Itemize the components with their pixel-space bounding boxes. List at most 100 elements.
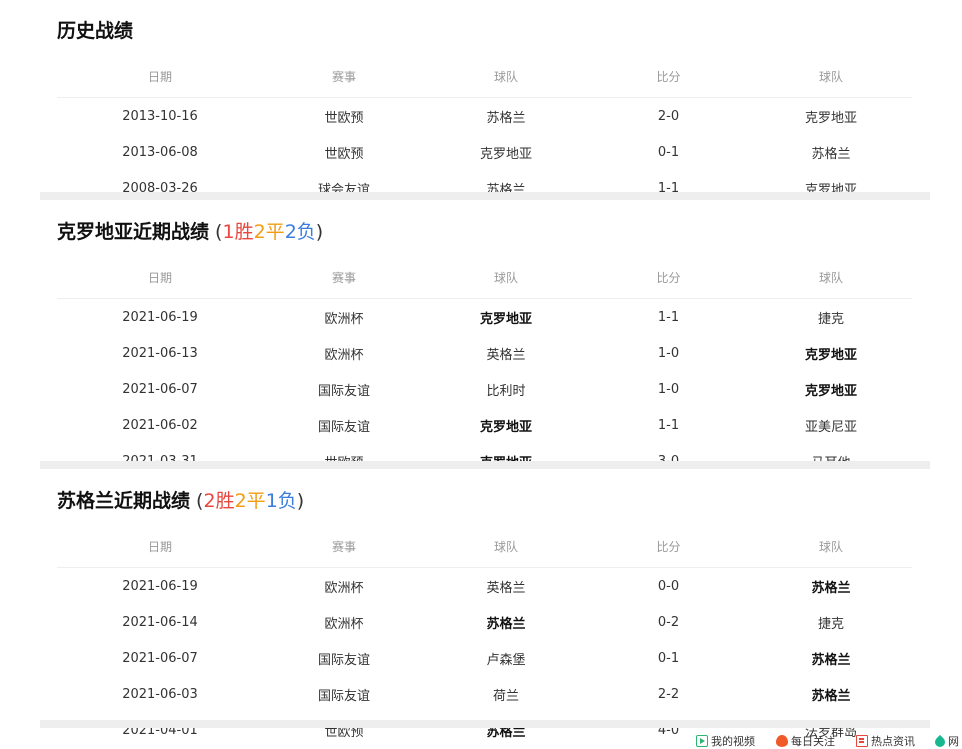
home-team: 克罗地亚 bbox=[479, 311, 532, 327]
home-team: 苏格兰 bbox=[486, 724, 526, 740]
record-losses: 1 bbox=[265, 490, 278, 512]
table-row: 2021-06-19 欧洲杯 克罗地亚 1-1 捷克 bbox=[57, 299, 912, 336]
match-event: 欧洲杯 bbox=[324, 616, 364, 632]
record-paren-open: ( bbox=[209, 221, 223, 243]
match-event: 球会友谊 bbox=[317, 182, 370, 198]
match-event: 欧洲杯 bbox=[324, 347, 364, 363]
match-date: 2021-04-01 bbox=[122, 722, 198, 738]
record-losses-label: 负 bbox=[277, 490, 297, 512]
record-wins: 2 bbox=[203, 490, 216, 512]
section-title-text: 历史战绩 bbox=[57, 20, 134, 42]
record-losses-label: 负 bbox=[296, 221, 316, 243]
away-team: 亚美尼亚 bbox=[804, 419, 857, 435]
col-header-event: 赛事 bbox=[263, 525, 425, 568]
match-date: 2021-06-13 bbox=[122, 345, 198, 361]
section-title: 克罗地亚近期战绩 (1胜2平2负) bbox=[57, 217, 323, 244]
col-header-event: 赛事 bbox=[263, 55, 425, 98]
match-date: 2013-10-16 bbox=[122, 108, 198, 124]
section-title: 苏格兰近期战绩 (2胜2平1负) bbox=[57, 486, 304, 513]
home-team: 克罗地亚 bbox=[479, 419, 532, 435]
match-score: 0-0 bbox=[657, 578, 680, 594]
bottom-toolbar: 我的视频 每日关注 热点资讯 网 bbox=[690, 731, 962, 749]
match-event: 欧洲杯 bbox=[324, 311, 364, 327]
away-team: 捷克 bbox=[817, 616, 844, 632]
col-header-team: 球队 bbox=[750, 55, 912, 98]
away-team: 克罗地亚 bbox=[804, 182, 857, 198]
match-score: 0-2 bbox=[657, 614, 680, 630]
away-team: 捷克 bbox=[817, 311, 844, 327]
home-team: 苏格兰 bbox=[486, 616, 526, 632]
fire-icon bbox=[776, 735, 788, 747]
record-draws: 2 bbox=[234, 490, 247, 512]
match-score: 2-0 bbox=[657, 108, 680, 124]
section-divider bbox=[40, 720, 930, 728]
home-team: 克罗地亚 bbox=[479, 146, 532, 162]
col-header-event: 赛事 bbox=[263, 256, 425, 299]
table-row: 2021-06-14 欧洲杯 苏格兰 0-2 捷克 bbox=[57, 604, 912, 640]
match-event: 世欧预 bbox=[324, 146, 364, 162]
home-team: 苏格兰 bbox=[486, 182, 526, 198]
home-team: 英格兰 bbox=[486, 347, 526, 363]
match-event: 国际友谊 bbox=[317, 688, 370, 704]
record-wins-label: 胜 bbox=[234, 221, 254, 243]
away-team: 苏格兰 bbox=[811, 146, 851, 162]
section-title-text: 苏格兰近期战绩 bbox=[57, 490, 191, 512]
record-wins: 1 bbox=[222, 221, 235, 243]
match-score: 1-1 bbox=[657, 309, 680, 325]
table-row: 2021-06-03 国际友谊 荷兰 2-2 苏格兰 bbox=[57, 676, 912, 712]
table-row: 2008-03-26 球会友谊 苏格兰 1-1 克罗地亚 bbox=[57, 170, 912, 206]
away-team: 苏格兰 bbox=[811, 580, 851, 596]
record-paren-close: ) bbox=[296, 490, 305, 512]
record-draws-label: 平 bbox=[265, 221, 285, 243]
results-table: 日期 赛事 球队 比分 球队 2013-10-16 世欧预 苏格兰 2-0 克罗地亚 20… bbox=[57, 55, 912, 206]
match-date: 2021-06-19 bbox=[122, 578, 198, 594]
col-header-team: 球队 bbox=[425, 256, 587, 299]
table-row: 2013-10-16 世欧预 苏格兰 2-0 克罗地亚 bbox=[57, 98, 912, 135]
col-header-date: 日期 bbox=[57, 55, 263, 98]
col-header-score: 比分 bbox=[587, 256, 750, 299]
away-team: 克罗地亚 bbox=[804, 383, 857, 399]
results-table: 日期 赛事 球队 比分 球队 2021-06-19 欧洲杯 英格兰 0-0 苏格兰 202… bbox=[57, 525, 912, 748]
record-wins-label: 胜 bbox=[215, 490, 235, 512]
match-score: 1-0 bbox=[657, 381, 680, 397]
section-title-text: 克罗地亚近期战绩 bbox=[57, 221, 210, 243]
match-event: 国际友谊 bbox=[317, 652, 370, 668]
match-event: 世欧预 bbox=[324, 724, 364, 740]
table-row: 2021-06-07 国际友谊 卢森堡 0-1 苏格兰 bbox=[57, 640, 912, 676]
match-date: 2013-06-08 bbox=[122, 144, 198, 160]
record-draws: 2 bbox=[253, 221, 266, 243]
match-event: 世欧预 bbox=[324, 110, 364, 126]
table-header-row: 日期 赛事 球队 比分 球队 bbox=[57, 525, 912, 568]
col-header-team: 球队 bbox=[750, 256, 912, 299]
table-row: 2021-06-19 欧洲杯 英格兰 0-0 苏格兰 bbox=[57, 568, 912, 605]
table-header-row: 日期 赛事 球队 比分 球队 bbox=[57, 55, 912, 98]
match-date: 2008-03-26 bbox=[122, 180, 198, 196]
match-event: 欧洲杯 bbox=[324, 580, 364, 596]
results-table: 日期 赛事 球队 比分 球队 2021-06-19 欧洲杯 克罗地亚 1-1 捷克 202… bbox=[57, 256, 912, 479]
col-header-team: 球队 bbox=[425, 525, 587, 568]
table-row: 2021-06-02 国际友谊 克罗地亚 1-1 亚美尼亚 bbox=[57, 407, 912, 443]
section-title: 历史战绩 bbox=[57, 16, 133, 43]
home-team: 苏格兰 bbox=[486, 110, 526, 126]
home-team: 比利时 bbox=[486, 383, 526, 399]
match-score: 1-0 bbox=[657, 345, 680, 361]
match-date: 2021-06-07 bbox=[122, 650, 198, 666]
match-event: 国际友谊 bbox=[317, 419, 370, 435]
record-losses: 2 bbox=[284, 221, 297, 243]
col-header-team: 球队 bbox=[750, 525, 912, 568]
match-score: 2-2 bbox=[657, 686, 680, 702]
home-team: 卢森堡 bbox=[486, 652, 526, 668]
col-header-team: 球队 bbox=[425, 55, 587, 98]
match-event: 国际友谊 bbox=[317, 383, 370, 399]
table-header-row: 日期 赛事 球队 比分 球队 bbox=[57, 256, 912, 299]
match-date: 2021-06-14 bbox=[122, 614, 198, 630]
match-score: 0-1 bbox=[657, 144, 680, 160]
match-date: 2021-06-19 bbox=[122, 309, 198, 325]
news-icon bbox=[856, 735, 868, 747]
record-draws-label: 平 bbox=[246, 490, 266, 512]
match-score: 1-1 bbox=[657, 180, 680, 196]
col-header-score: 比分 bbox=[587, 55, 750, 98]
match-date: 2021-06-02 bbox=[122, 417, 198, 433]
video-icon bbox=[696, 735, 708, 747]
match-date: 2021-06-07 bbox=[122, 381, 198, 397]
